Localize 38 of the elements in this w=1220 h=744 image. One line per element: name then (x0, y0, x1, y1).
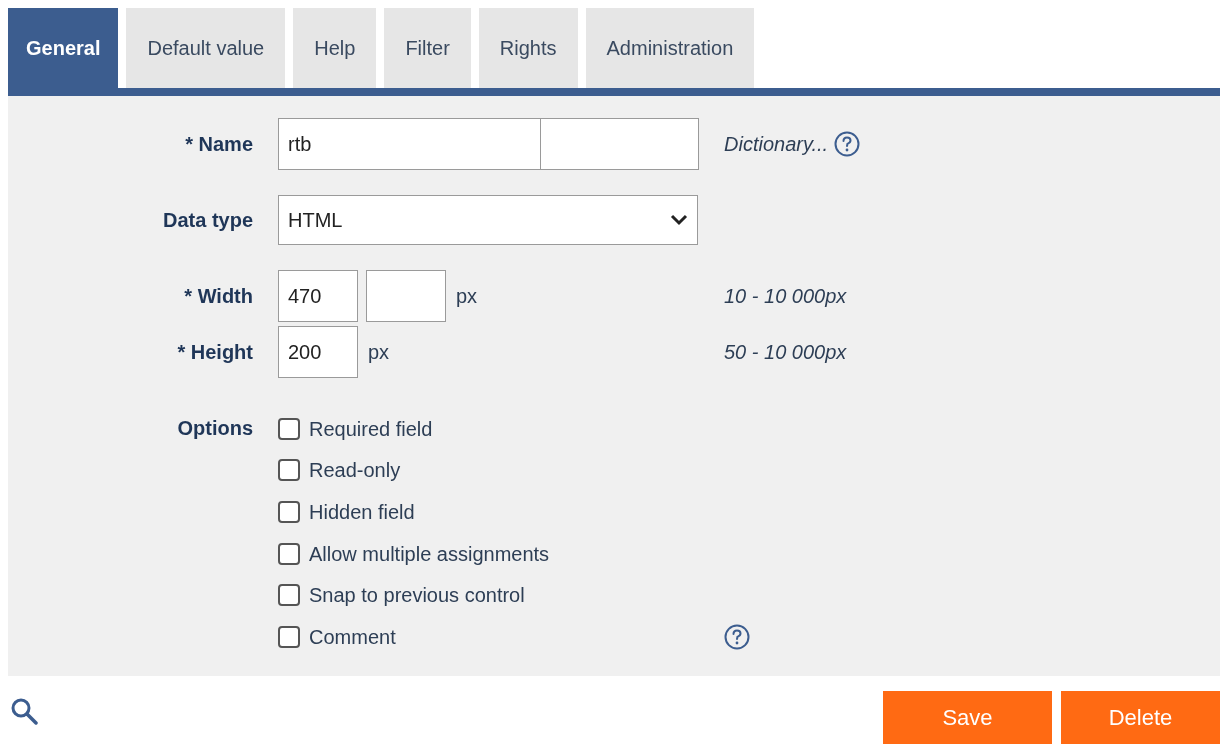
field-label: Data type (161, 208, 253, 233)
tab[interactable]: General (8, 8, 119, 88)
checkbox-label: Required field (309, 416, 433, 442)
input-field[interactable]: rtb (278, 118, 541, 170)
checkbox-label: Read-only (309, 458, 401, 484)
field-label: Options (176, 416, 253, 441)
unit-label: px (456, 284, 478, 309)
checkbox[interactable] (278, 417, 300, 440)
checkbox-label: Snap to previous control (309, 583, 525, 609)
dropdown[interactable]: HTML (278, 195, 698, 245)
search-icon[interactable] (10, 697, 38, 725)
checkbox-label: Comment (309, 624, 396, 650)
help-icon[interactable] (724, 623, 750, 650)
checkbox[interactable] (278, 501, 300, 523)
tab[interactable]: Default value (126, 8, 286, 88)
checkbox[interactable] (278, 584, 300, 607)
range-hint: 10 - 10 000px (724, 284, 847, 309)
checkbox[interactable] (278, 459, 300, 482)
help-icon[interactable] (834, 131, 861, 157)
tab[interactable]: Filter (384, 8, 471, 88)
input-field[interactable] (541, 118, 699, 170)
field-label: * Height (176, 340, 253, 365)
tab[interactable]: Help (293, 8, 377, 88)
checkbox-label: Allow multiple assignments (309, 541, 550, 567)
input-field[interactable]: 470 (278, 270, 358, 322)
checkbox[interactable] (278, 542, 300, 565)
unit-label: px (368, 340, 390, 365)
tab[interactable]: Administration (585, 8, 755, 88)
input-field[interactable]: 200 (278, 326, 358, 378)
checkbox[interactable] (278, 625, 300, 648)
input-field[interactable] (366, 270, 446, 322)
range-hint: 50 - 10 000px (724, 340, 847, 365)
checkbox-label: Hidden field (309, 500, 415, 525)
tab[interactable]: Rights (478, 8, 578, 88)
field-label: * Name (184, 132, 253, 157)
chevron-icon (670, 214, 688, 226)
field-label: * Width (183, 284, 253, 309)
dictionary-link[interactable]: Dictionary... (724, 129, 829, 159)
